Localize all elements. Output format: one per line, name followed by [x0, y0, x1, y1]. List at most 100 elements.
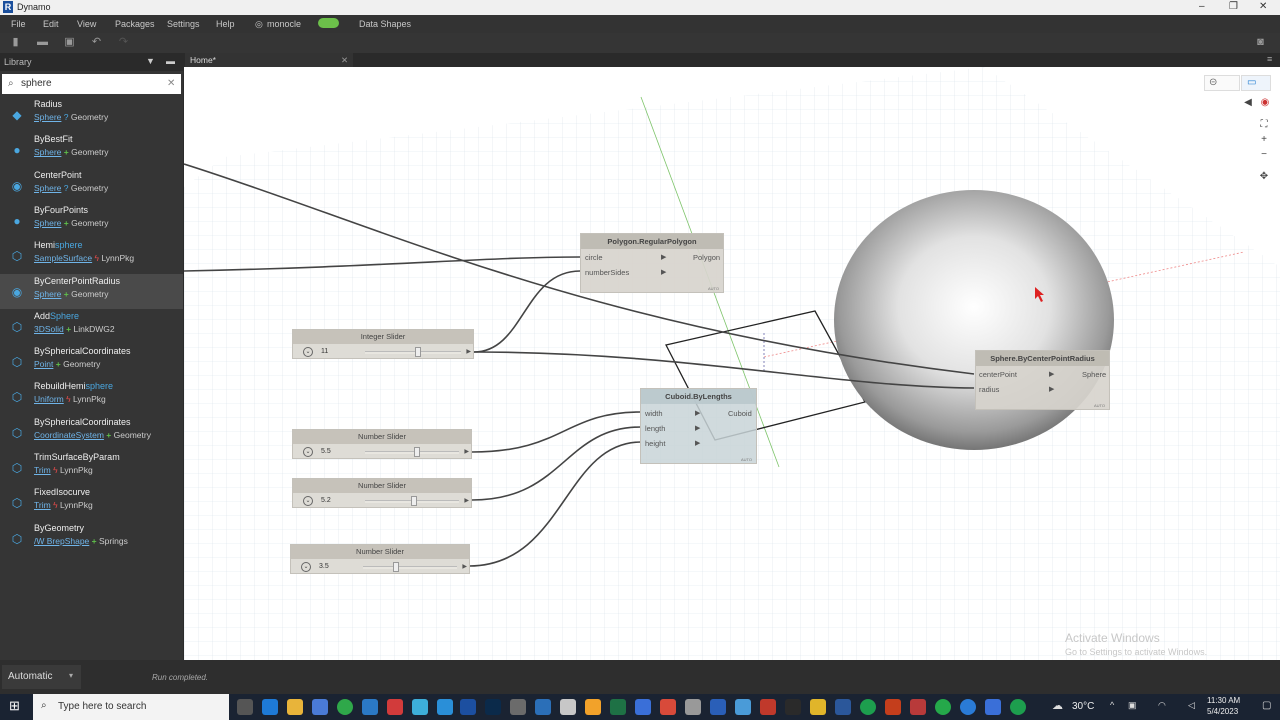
category-link[interactable]: Sphere [34, 112, 61, 122]
app-icon[interactable] [362, 699, 378, 715]
app-icon[interactable] [710, 699, 726, 715]
input-port-centerpoint[interactable]: centerPoint [979, 370, 1017, 379]
input-port-height[interactable]: height [645, 439, 665, 448]
store-icon[interactable] [312, 699, 328, 715]
tab-home[interactable]: Home* ✕ [185, 53, 353, 67]
app-icon[interactable] [510, 699, 526, 715]
zoom-fit-icon[interactable]: ⛶ [1258, 119, 1270, 131]
menu-monocle[interactable]: monocle [267, 19, 301, 29]
edge-icon[interactable] [262, 699, 278, 715]
app-icon[interactable] [1010, 699, 1026, 715]
chrome-icon[interactable] [337, 699, 353, 715]
run-mode-dropdown[interactable]: Automatic ▾ [2, 665, 81, 689]
graph-view-button[interactable]: ⊝ [1204, 75, 1240, 91]
preview-icon[interactable]: ◉ [1259, 97, 1271, 109]
app-icon[interactable] [437, 699, 453, 715]
node-polygon-regularpolygon[interactable]: Polygon.RegularPolygon circle ▶ numberSi… [580, 233, 724, 293]
output-port-polygon[interactable]: Polygon [693, 253, 720, 262]
category-link[interactable]: Trim [34, 500, 51, 510]
output-port-cuboid[interactable]: Cuboid [728, 409, 752, 418]
output-port-sphere[interactable]: Sphere [1082, 370, 1106, 379]
integer-slider-node[interactable]: Integer Slider ⌄ 11 ▶ [292, 329, 474, 359]
tray-chevron-icon[interactable]: ^ [1110, 700, 1114, 710]
library-item[interactable]: ● ByFourPoints Sphere + Geometry [0, 203, 183, 238]
category-link[interactable]: /W BrepShape [34, 536, 89, 546]
slider-thumb[interactable] [414, 347, 421, 357]
layout-icon[interactable]: ▬ [166, 56, 175, 66]
library-item[interactable]: ⬡ BySphericalCoordinates Point + Geometry [0, 344, 183, 379]
library-item[interactable]: ⬡ FixedIsocurve Trim ϟ LynnPkg [0, 485, 183, 520]
input-port-radius[interactable]: radius [979, 385, 999, 394]
filter-icon[interactable]: ▼ [146, 56, 155, 66]
app-icon[interactable] [985, 699, 1001, 715]
wifi-icon[interactable]: ◠ [1158, 700, 1166, 711]
number-slider-node[interactable]: Number Slider ⌄ 5.2 ▶ [292, 478, 472, 508]
library-item[interactable]: ⬡ RebuildHemisphere Uniform ϟ LynnPkg [0, 379, 183, 414]
restore-icon[interactable]: ❐ [1229, 1, 1238, 12]
category-link[interactable]: 3DSolid [34, 324, 64, 334]
category-link[interactable]: Trim [34, 465, 51, 475]
clock-date[interactable]: 5/4/2023 [1207, 707, 1238, 716]
menu-packages[interactable]: Packages [115, 19, 155, 29]
app-icon[interactable] [735, 699, 751, 715]
windows-start-icon[interactable]: ⊞ [9, 699, 23, 713]
camera-icon[interactable]: ◙ [1255, 37, 1266, 48]
library-item[interactable]: ◉ ByCenterPointRadius Sphere + Geometry [0, 273, 183, 309]
slider-thumb[interactable] [410, 496, 417, 506]
zoom-in-icon[interactable]: + [1258, 134, 1270, 146]
slider-track[interactable] [365, 451, 459, 454]
close-tab-icon[interactable]: ✕ [341, 55, 348, 66]
slider-track[interactable] [363, 566, 457, 569]
output-port-icon[interactable]: ▶ [466, 348, 471, 355]
category-link[interactable]: Sphere [34, 289, 61, 299]
library-item[interactable]: ⬡ TrimSurfaceByParam Trim ϟ LynnPkg [0, 450, 183, 485]
category-link[interactable]: Sphere [34, 183, 61, 193]
new-file-icon[interactable]: ▮ [10, 37, 21, 48]
open-file-icon[interactable]: ▬ [37, 37, 48, 48]
node-sphere-bycenterpointradius[interactable]: Sphere.ByCenterPointRadius centerPoint ▶… [975, 350, 1110, 410]
revit-icon[interactable] [460, 699, 476, 715]
library-item[interactable]: ◆ Radius Sphere ? Geometry [0, 97, 183, 132]
number-slider-node[interactable]: Number Slider ⌄ 5.5 ▶ [292, 429, 472, 459]
close-icon[interactable]: ✕ [1259, 1, 1267, 12]
library-item[interactable]: ⬡ AddSphere 3DSolid + LinkDWG2 [0, 309, 183, 344]
app-icon[interactable] [760, 699, 776, 715]
app-icon[interactable] [660, 699, 676, 715]
file-explorer-icon[interactable] [287, 699, 303, 715]
app-icon[interactable] [535, 699, 551, 715]
tray-icon[interactable]: ▣ [1128, 700, 1137, 711]
number-slider-node[interactable]: Number Slider ⌄ 3.5 ▶ [290, 544, 470, 574]
menu-settings[interactable]: Settings [167, 19, 200, 29]
tab-menu-icon[interactable]: ≡ [1267, 54, 1272, 64]
slider-thumb[interactable] [413, 447, 420, 457]
photoshop-icon[interactable] [485, 699, 501, 715]
input-port-width[interactable]: width [645, 409, 663, 418]
library-item[interactable]: ⬡ BySphericalCoordinates CoordinateSystem … [0, 415, 183, 450]
minimize-icon[interactable]: – [1199, 1, 1205, 12]
search-input[interactable]: sphere [21, 78, 52, 89]
slider-expand-icon[interactable]: ⌄ [303, 447, 313, 457]
workspace-canvas[interactable]: Polygon.RegularPolygon circle ▶ numberSi… [184, 67, 1280, 660]
category-link[interactable]: SampleSurface [34, 253, 92, 263]
undo-icon[interactable]: ↶ [91, 37, 102, 48]
menu-data-shapes[interactable]: Data Shapes [359, 19, 411, 29]
library-item[interactable]: ⬡ Hemisphere SampleSurface ϟ LynnPkg [0, 238, 183, 273]
illustrator-icon[interactable] [785, 699, 801, 715]
output-port-icon[interactable]: ▶ [464, 497, 469, 504]
taskbar-search-input[interactable]: Type here to search [58, 701, 146, 712]
menu-view[interactable]: View [77, 19, 96, 29]
slider-track[interactable] [365, 351, 461, 354]
notifications-icon[interactable]: ▢ [1262, 700, 1271, 711]
slider-expand-icon[interactable]: ⌄ [303, 347, 313, 357]
output-port-icon[interactable]: ▶ [462, 563, 467, 570]
library-item[interactable]: ◉ CenterPoint Sphere ? Geometry [0, 168, 183, 203]
app-icon[interactable] [412, 699, 428, 715]
acrobat-icon[interactable] [910, 699, 926, 715]
toggle-icon[interactable] [318, 18, 339, 28]
app-icon[interactable] [685, 699, 701, 715]
category-link[interactable]: Sphere [34, 218, 61, 228]
excel-icon[interactable] [610, 699, 626, 715]
back-icon[interactable]: ◀ [1242, 97, 1254, 109]
app-icon[interactable] [635, 699, 651, 715]
zoom-out-icon[interactable]: − [1258, 149, 1270, 161]
